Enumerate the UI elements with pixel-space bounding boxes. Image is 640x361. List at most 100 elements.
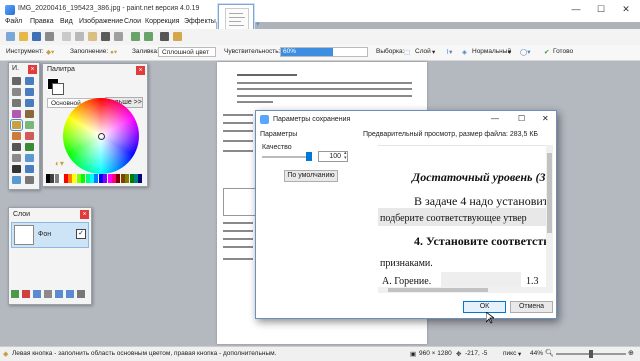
recolor-icon[interactable] [25,154,34,162]
preview-vertical-scrollbar[interactable] [546,145,553,293]
palette-swatch[interactable] [63,174,68,183]
text-icon[interactable] [12,165,21,173]
palette-swatch[interactable] [116,174,121,183]
menu-file[interactable]: Файл [5,18,22,25]
layer-visibility-checkbox[interactable]: ✓ [76,229,86,239]
dialog-maximize-button[interactable]: ☐ [518,114,525,123]
fill-mode-icon[interactable]: ●▾ [110,48,117,56]
alpha-icon[interactable]: ◯▾ [520,48,531,56]
zoom-icon[interactable] [25,99,34,107]
rectangle-select-icon[interactable] [12,77,21,85]
color-picker-icon[interactable] [25,143,34,151]
close-button[interactable]: ✕ [614,2,638,16]
palette-swatch[interactable] [50,174,55,183]
layers-close-icon[interactable]: × [80,210,89,219]
scrollbar-thumb[interactable] [547,153,552,233]
palette-swatch[interactable] [98,174,103,183]
palette-menu-icon[interactable]: ◐▾ [55,159,64,168]
zoom-slider-thumb[interactable] [589,350,593,358]
clone-stamp-icon[interactable] [12,154,21,162]
copy-icon[interactable] [75,32,84,41]
dialog-minimize-button[interactable]: — [491,114,499,123]
magic-wand-icon[interactable] [12,110,21,118]
spin-arrows-icon[interactable]: ▴ ▾ [344,151,347,161]
palette-swatch[interactable] [46,174,50,183]
palette-swatch[interactable] [103,174,108,183]
maximize-button[interactable]: ☐ [589,2,613,16]
paintbrush-icon[interactable] [12,132,21,140]
palette-swatch[interactable] [134,174,138,183]
menu-layers[interactable]: Слои [124,18,141,25]
palette-swatch[interactable] [81,174,86,183]
palette-swatch[interactable] [72,174,77,183]
pan-icon[interactable] [25,110,34,118]
antialias-icon[interactable]: ⌇▾ [446,48,452,56]
paint-bucket-tool-icon[interactable] [10,119,23,131]
palette-swatch[interactable] [68,174,72,183]
new-image-icon[interactable] [6,32,15,41]
blend-mode-icon[interactable]: ◈ [462,48,467,56]
move-selected-icon[interactable] [25,88,34,96]
paste-icon[interactable] [88,32,97,41]
grid-icon[interactable] [160,32,169,41]
zoom-out-icon[interactable]: 🔍︎ [545,349,554,357]
palette-swatch[interactable] [138,174,143,183]
move-layer-down-icon[interactable] [66,290,74,298]
sensitivity-slider[interactable]: 60% [280,47,368,57]
pencil-icon[interactable] [12,143,21,151]
merge-layer-icon[interactable] [44,290,52,298]
quality-slider[interactable] [262,152,312,161]
line-icon[interactable] [25,165,34,173]
settings-icon[interactable] [173,32,182,41]
palette-swatch[interactable] [54,174,59,183]
units-chevron-icon[interactable]: ▾ [518,350,521,358]
undo-icon[interactable] [131,32,140,41]
menu-effects[interactable]: Эффекты [184,18,216,25]
ellipse-select-icon[interactable] [12,99,21,107]
zoom-value[interactable]: 44% [530,350,543,357]
tools-panel-close-icon[interactable]: × [28,65,37,74]
secondary-color-swatch[interactable] [52,83,64,95]
palette-swatch[interactable] [120,174,125,183]
palette-swatch[interactable] [76,174,81,183]
paint-bucket-icon[interactable]: ◆▾ [46,48,54,56]
palette-swatch[interactable] [90,174,94,183]
layer-row[interactable]: Фон ✓ [11,222,89,248]
palette-swatch[interactable] [129,174,134,183]
color-picker-handle[interactable] [98,133,105,140]
layer-properties-icon[interactable] [77,290,85,298]
crop-icon[interactable] [101,32,110,41]
shapes-icon[interactable] [12,176,21,184]
print-icon[interactable] [45,32,54,41]
shape-select-icon[interactable] [25,176,34,184]
menu-view[interactable]: Вид [60,18,73,25]
layer-select[interactable]: Слой [415,48,431,55]
palette-close-icon[interactable]: × [136,66,145,75]
palette-swatch[interactable] [59,174,64,183]
save-icon[interactable] [32,32,41,41]
layer-select-chevron-icon[interactable]: ▾ [432,48,435,56]
tab-dropdown-icon[interactable]: ▾ [256,20,260,28]
cut-icon[interactable] [62,32,71,41]
cancel-button[interactable]: Отмена [510,301,553,313]
hscrollbar-thumb[interactable] [388,288,488,292]
preview-horizontal-scrollbar[interactable] [378,287,546,293]
menu-edit[interactable]: Правка [30,18,54,25]
units-select[interactable]: пикс [503,350,516,357]
add-layer-icon[interactable] [11,290,19,298]
palette-swatch[interactable] [94,174,99,183]
lasso-select-icon[interactable] [12,88,21,96]
menu-image[interactable]: Изображение [79,18,123,25]
minimize-button[interactable]: — [564,2,588,16]
palette-swatch[interactable] [125,174,130,183]
palette-swatch[interactable] [85,174,90,183]
zoom-slider[interactable] [556,350,626,358]
move-selection-icon[interactable] [25,77,34,85]
quality-slider-thumb[interactable] [306,152,312,161]
palette-swatch[interactable] [112,174,116,183]
checkmark-icon[interactable]: ✔ [544,48,549,56]
brush-select[interactable]: Сплошной цвет [158,47,216,57]
blend-mode-chevron-icon[interactable]: ▾ [508,48,511,56]
delete-layer-icon[interactable] [22,290,30,298]
color-wheel[interactable] [63,98,139,174]
